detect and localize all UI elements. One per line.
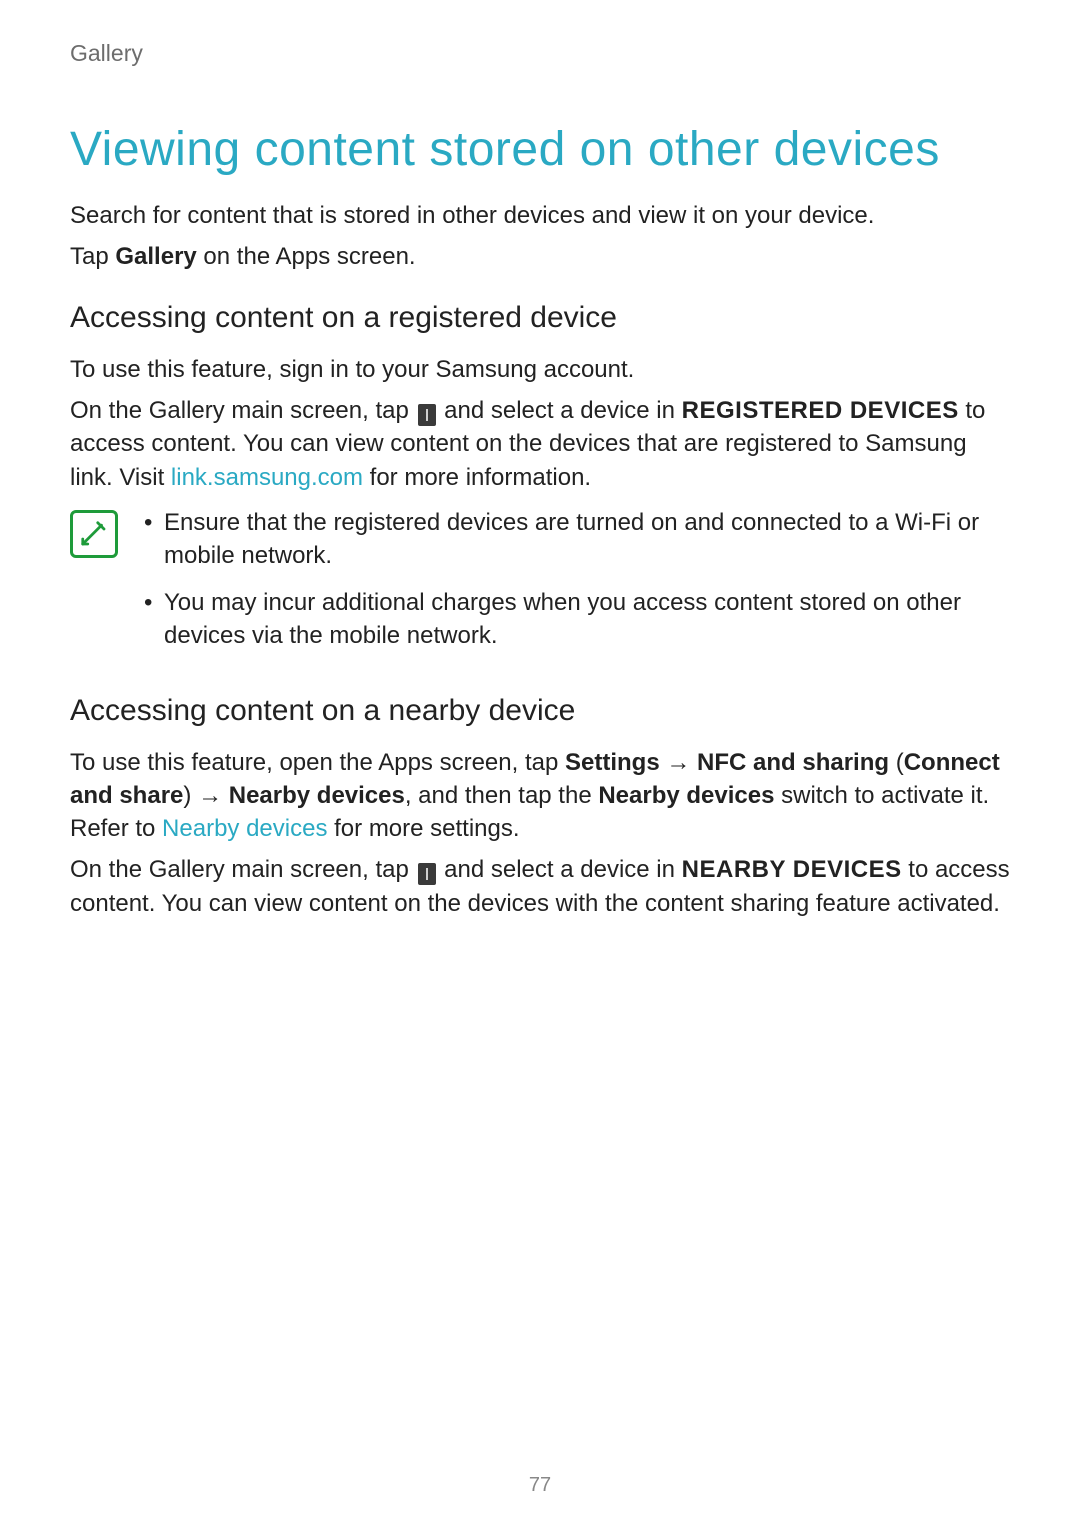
ui-label-settings: Settings [565, 749, 660, 776]
ui-label-registered-devices: REGISTERED DEVICES [682, 397, 959, 424]
ui-label-nearby-devices-switch: Nearby devices [598, 782, 774, 809]
manual-page: Gallery Viewing content stored on other … [0, 0, 1080, 1527]
arrow-icon: → [198, 782, 229, 809]
note-item: Ensure that the registered devices are t… [140, 506, 1010, 572]
menu-icon [418, 863, 436, 885]
section2-paragraph1: To use this feature, open the Apps scree… [70, 746, 1010, 845]
note-block: Ensure that the registered devices are t… [70, 506, 1010, 666]
section-heading-nearby: Accessing content on a nearby device [70, 694, 1010, 728]
text-fragment: for more information. [363, 464, 591, 491]
text-fragment: To use this feature, open the Apps scree… [70, 749, 565, 776]
text-fragment: for more settings. [327, 815, 519, 842]
text-fragment: on the Apps screen. [197, 243, 416, 270]
page-number: 77 [0, 1474, 1080, 1497]
text-fragment: ( [889, 749, 904, 776]
page-title: Viewing content stored on other devices [70, 122, 1010, 177]
section2-paragraph2: On the Gallery main screen, tap and sele… [70, 853, 1010, 919]
intro-paragraph-2: Tap Gallery on the Apps screen. [70, 240, 1010, 273]
intro-paragraph-1: Search for content that is stored in oth… [70, 199, 1010, 232]
section-heading-registered: Accessing content on a registered device [70, 301, 1010, 335]
text-fragment: , and then tap the [405, 782, 599, 809]
text-fragment: On the Gallery main screen, tap [70, 397, 416, 424]
arrow-icon: → [660, 749, 697, 776]
note-icon [70, 510, 118, 558]
text-fragment: Tap [70, 243, 115, 270]
ui-label-gallery: Gallery [115, 243, 196, 270]
section1-paragraph1: To use this feature, sign in to your Sam… [70, 353, 1010, 386]
breadcrumb: Gallery [70, 40, 1010, 67]
text-fragment: ) [183, 782, 198, 809]
link-nearby-devices[interactable]: Nearby devices [162, 815, 327, 842]
link-samsung[interactable]: link.samsung.com [171, 464, 363, 491]
section1-paragraph2: On the Gallery main screen, tap and sele… [70, 394, 1010, 493]
text-fragment: On the Gallery main screen, tap [70, 856, 416, 883]
note-list: Ensure that the registered devices are t… [140, 506, 1010, 666]
menu-icon [418, 404, 436, 426]
ui-label-nearby-devices-caps: NEARBY DEVICES [682, 856, 902, 883]
ui-label-nearby-devices: Nearby devices [229, 782, 405, 809]
note-item: You may incur additional charges when yo… [140, 586, 1010, 652]
text-fragment: and select a device in [438, 397, 682, 424]
ui-label-nfc-sharing: NFC and sharing [697, 749, 889, 776]
text-fragment: and select a device in [438, 856, 682, 883]
